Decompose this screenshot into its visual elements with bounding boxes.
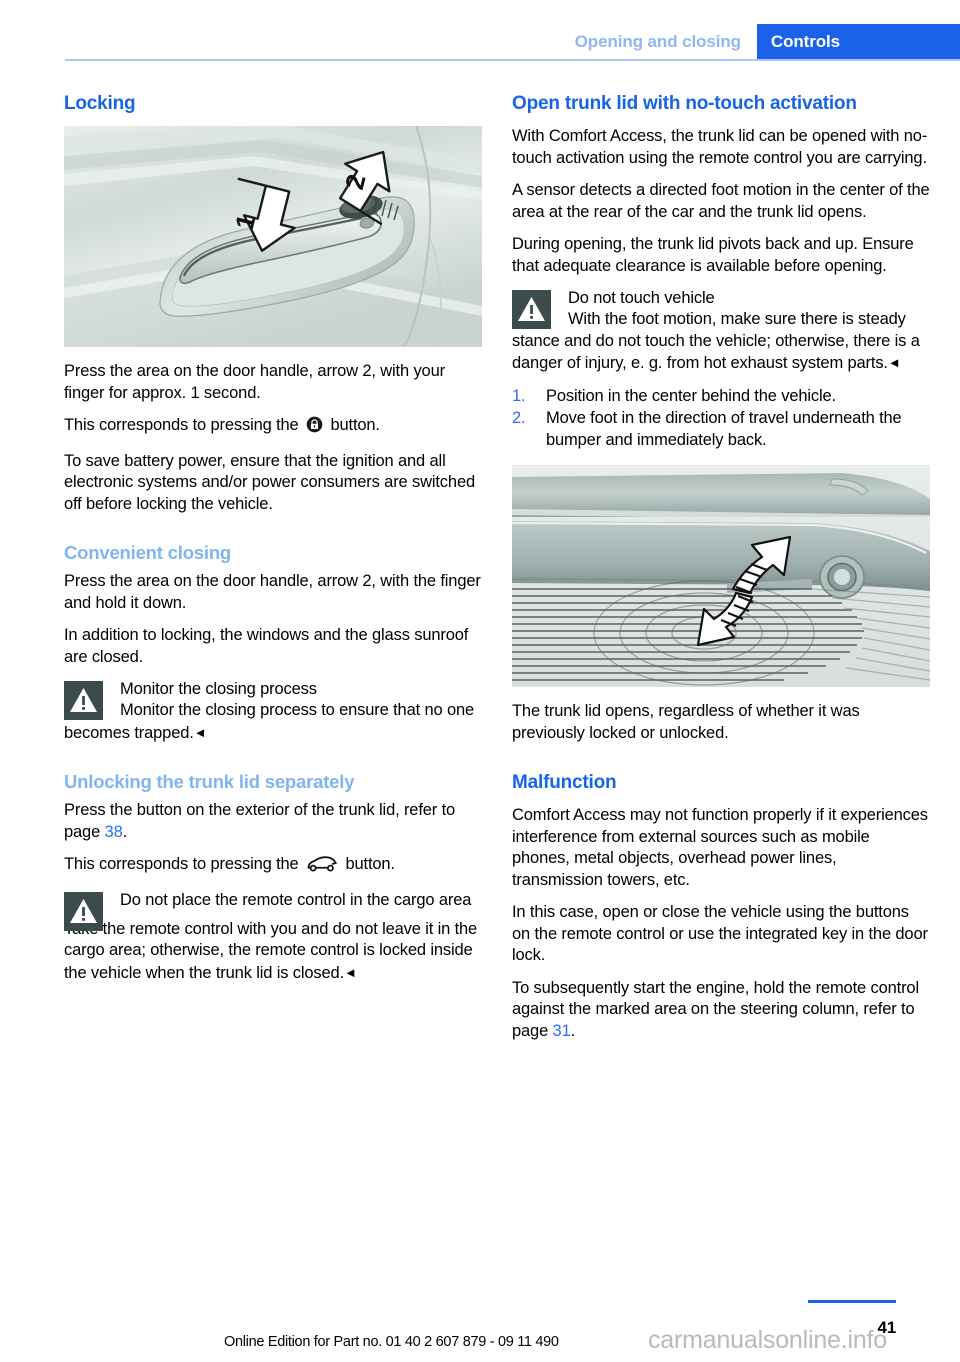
list-item: 1. Position in the center behind the veh… bbox=[512, 386, 930, 408]
warning-body: Monitor the closing process to ensure th… bbox=[64, 700, 482, 744]
list-item: 2. Move foot in the direction of travel … bbox=[512, 408, 930, 451]
paragraph-trunk-opens-regardless: The trunk lid opens, regardless of wheth… bbox=[512, 702, 860, 742]
warning-body: Take the remote control with you and do … bbox=[64, 919, 482, 985]
warning-title: Do not place the remote control in the c… bbox=[120, 890, 472, 909]
paragraph-press-door-handle: Press the area on the door handle, arrow… bbox=[64, 362, 445, 402]
text-before-trunk-icon: This corresponds to pressing the bbox=[64, 855, 299, 873]
list-item-number: 1. bbox=[512, 386, 526, 405]
footer-divider bbox=[808, 1300, 896, 1303]
list-item-text: Position in the center behind the vehicl… bbox=[546, 386, 836, 405]
text-after-trunk-icon: button. bbox=[345, 855, 395, 873]
warning-body-text: Take the remote control with you and do … bbox=[64, 919, 478, 982]
heading-unlocking-trunk-lid: Unlocking the trunk lid separately bbox=[64, 771, 355, 792]
heading-convenient-closing: Convenient closing bbox=[64, 542, 232, 563]
paragraph-press-trunk-button: Press the button on the exterior of the … bbox=[64, 800, 482, 843]
warning-title: Do not touch vehicle bbox=[568, 289, 715, 307]
text-after-page-ref-31: . bbox=[570, 1021, 576, 1040]
warning-triangle-icon bbox=[64, 891, 103, 931]
page-reference-31[interactable]: 31 bbox=[553, 1022, 571, 1040]
paragraph-interference-sources: Comfort Access may not function properly… bbox=[512, 806, 928, 889]
heading-open-trunk-no-touch: Open trunk lid with no-touch activation bbox=[512, 93, 857, 114]
paragraph-comfort-access-intro: With Comfort Access, the trunk lid can b… bbox=[512, 127, 928, 167]
paragraph-corresponds-lock-button: This corresponds to pressing the button. bbox=[64, 415, 482, 440]
page-footer: 41 Online Edition for Part no. 01 40 2 6… bbox=[0, 1296, 960, 1362]
text-after-lock-icon: button. bbox=[330, 416, 380, 434]
trunk-open-icon bbox=[306, 855, 338, 879]
warning-body-text: With the foot motion, make sure there is… bbox=[512, 310, 920, 372]
figure-door-handle: 1 2 bbox=[64, 126, 482, 347]
page-header: Opening and closing Controls bbox=[0, 0, 960, 62]
warning-end-mark: ◄ bbox=[344, 964, 357, 980]
paragraph-press-hold-door-handle: Press the area on the door handle, arrow… bbox=[64, 572, 481, 612]
warning-body: With the foot motion, make sure there is… bbox=[512, 309, 930, 375]
watermark: carmanualsonline.info bbox=[648, 1326, 888, 1354]
header-divider bbox=[65, 59, 960, 61]
list-item-number: 2. bbox=[512, 409, 526, 427]
warning-title: Monitor the closing process bbox=[120, 680, 317, 698]
rear-bumper-foot-motion-illustration bbox=[512, 465, 930, 687]
warning-body-text: Monitor the closing process to ensure th… bbox=[64, 701, 475, 742]
warning-monitor-closing-process: Monitor the closing process Monitor the … bbox=[64, 679, 482, 744]
lock-closed-icon bbox=[306, 416, 323, 440]
heading-malfunction: Malfunction bbox=[512, 772, 617, 793]
paragraph-save-battery-power: To save battery power, ensure that the i… bbox=[64, 451, 475, 513]
right-column: Open trunk lid with no-touch activation … bbox=[512, 92, 930, 1053]
list-item-text: Move foot in the direction of travel und… bbox=[546, 409, 902, 449]
door-handle-illustration: 1 2 bbox=[64, 126, 482, 347]
footer-part-number-note: Online Edition for Part no. 01 40 2 607 … bbox=[224, 1334, 559, 1350]
page-reference-38[interactable]: 38 bbox=[105, 823, 123, 841]
paragraph-sensor-detects-foot-motion: A sensor detects a directed foot motion … bbox=[512, 181, 930, 221]
paragraph-use-remote-or-key: In this case, open or close the vehicle … bbox=[512, 903, 928, 964]
paragraph-windows-sunroof-closed: In addition to locking, the windows and … bbox=[64, 626, 469, 666]
warning-do-not-place-remote-in-cargo: Do not place the remote control in the c… bbox=[64, 890, 482, 985]
paragraph-corresponds-trunk-button: This corresponds to pressing the button. bbox=[64, 854, 482, 879]
tab-chapter-controls[interactable]: Controls bbox=[756, 24, 960, 59]
warning-do-not-touch-vehicle: Do not touch vehicle With the foot motio… bbox=[512, 288, 930, 375]
steps-list: 1. Position in the center behind the veh… bbox=[512, 386, 930, 452]
heading-locking: Locking bbox=[64, 93, 136, 114]
left-column: Locking 1 2 Press the area on the door h… bbox=[64, 92, 482, 995]
paragraph-start-engine-steering-column: To subsequently start the engine, hold t… bbox=[512, 978, 930, 1043]
tab-section-opening-and-closing[interactable]: Opening and closing bbox=[560, 24, 757, 59]
paragraph-trunk-pivots-clearance: During opening, the trunk lid pivots bac… bbox=[512, 235, 914, 275]
warning-end-mark: ◄ bbox=[887, 355, 901, 370]
text-after-page-ref-38: . bbox=[122, 822, 128, 841]
warning-triangle-icon bbox=[512, 290, 551, 329]
text-before-lock-icon: This corresponds to pressing the bbox=[64, 416, 299, 434]
warning-triangle-icon bbox=[64, 681, 103, 720]
warning-end-mark: ◄ bbox=[193, 724, 207, 740]
figure-rear-bumper bbox=[512, 465, 930, 687]
header-tabs: Opening and closing Controls bbox=[560, 24, 960, 59]
